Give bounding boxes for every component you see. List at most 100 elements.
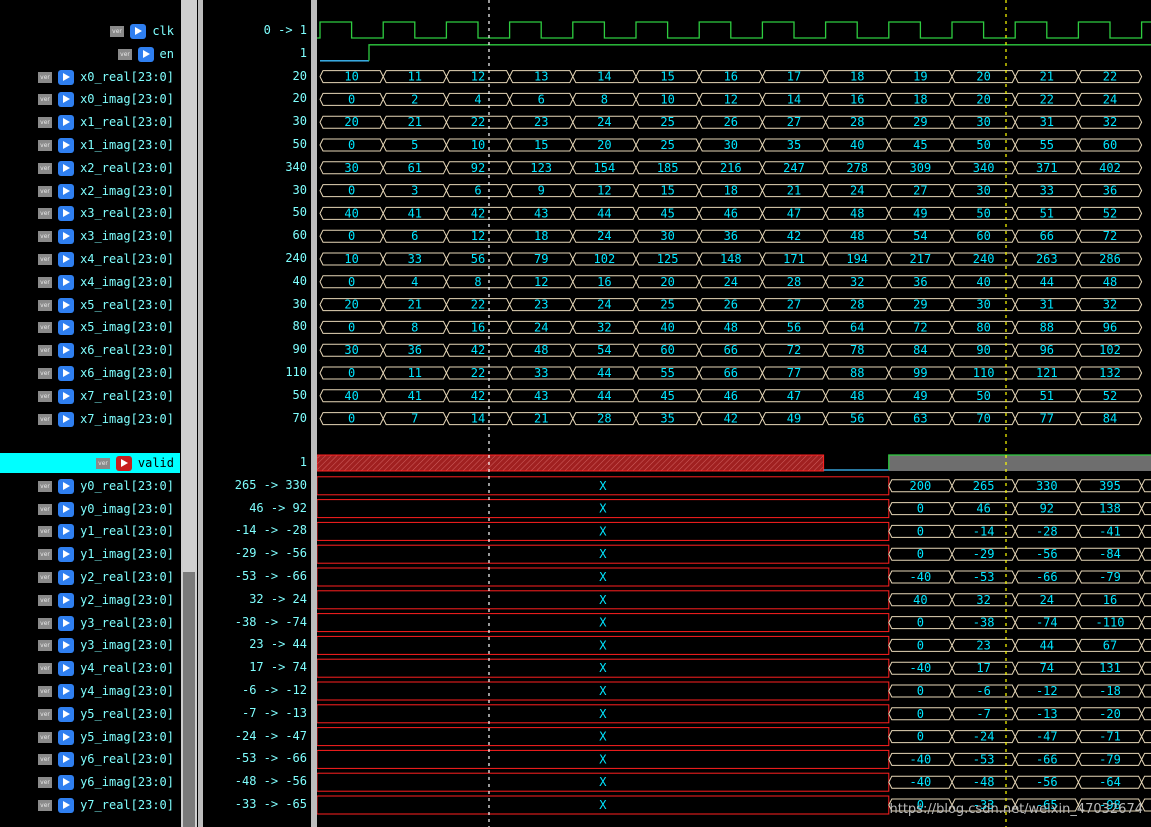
signal-row[interactable]: x6_real[23:0] ver — [0, 340, 180, 360]
signal-value: 1 — [299, 45, 307, 60]
output-port-icon — [58, 638, 74, 654]
bus-value: 3 — [411, 184, 418, 198]
bus-value: 30 — [976, 184, 990, 198]
bus-value: -53 — [973, 752, 995, 766]
signal-row[interactable]: x0_imag[23:0] ver — [0, 89, 180, 109]
signal-row[interactable]: y0_imag[23:0] ver — [0, 499, 180, 519]
signal-row[interactable]: y6_imag[23:0] ver — [0, 772, 180, 792]
signal-row[interactable]: y7_real[23:0] ver — [0, 795, 180, 815]
signal-row[interactable]: y5_real[23:0] ver — [0, 704, 180, 724]
signal-value: 265 -> 330 — [234, 477, 307, 492]
signal-row[interactable]: x6_imag[23:0] ver — [0, 363, 180, 383]
unknown-state-text: X — [599, 707, 607, 721]
verilog-badge-icon: ver — [38, 708, 52, 720]
signal-row[interactable]: y3_real[23:0] ver — [0, 613, 180, 633]
signal-row[interactable]: x1_real[23:0] ver — [0, 112, 180, 132]
output-port-icon — [58, 684, 74, 699]
signal-row[interactable]: y6_real[23:0] ver — [0, 749, 180, 769]
signal-row[interactable]: y4_real[23:0] ver — [0, 658, 180, 678]
bus-value: 131 — [1099, 661, 1121, 675]
bus-value: 330 — [1036, 479, 1058, 493]
bus-value: 0 — [917, 638, 924, 652]
signal-row[interactable]: y1_imag[23:0] ver — [0, 544, 180, 564]
signal-row[interactable]: x2_real[23:0] ver — [0, 158, 180, 178]
bus-value: 20 — [976, 70, 990, 84]
bus-value: 12 — [597, 184, 611, 198]
bus-value: 30 — [976, 115, 990, 129]
signal-row[interactable]: x4_real[23:0] ver — [0, 249, 180, 269]
signal-row[interactable]: en ver — [0, 44, 180, 64]
signal-value: 20 — [292, 68, 307, 83]
signal-row[interactable]: x7_real[23:0] ver — [0, 386, 180, 406]
bus-value: 25 — [660, 115, 674, 129]
bus-value: 17 — [976, 661, 990, 675]
signal-row[interactable]: x4_imag[23:0] ver — [0, 272, 180, 292]
bus-value: 46 — [724, 389, 738, 403]
bus-value: 35 — [660, 412, 674, 426]
bus-value: -38 — [973, 616, 995, 630]
signal-name-label: x7_imag[23:0] — [80, 411, 174, 426]
bus-value: -7 — [976, 707, 990, 721]
signal-name-label: x4_real[23:0] — [80, 252, 174, 266]
signal-row[interactable]: x5_real[23:0] ver — [0, 295, 180, 315]
name-pane-scrollbar[interactable] — [181, 0, 197, 827]
bus-value: 0 — [917, 616, 924, 630]
bus-value: 22 — [1040, 92, 1054, 106]
verilog-badge-icon: ver — [38, 777, 52, 789]
bus-value: -56 — [1036, 775, 1058, 789]
bus-segment — [1141, 502, 1151, 516]
waveform-canvas[interactable]: 10 11 12 13 14 15 16 17 18 19 20 21 220 2 4 6 8 10 12 14 16 1… — [317, 0, 1151, 827]
bus-value: 0 — [348, 320, 355, 334]
bus-segment — [1141, 547, 1151, 561]
signal-row[interactable]: y2_real[23:0] ver — [0, 567, 180, 587]
bus-value: 309 — [910, 161, 932, 175]
bus-value: 36 — [1103, 184, 1117, 198]
signal-value: 60 — [292, 228, 307, 243]
waveform-pane[interactable]: 10 11 12 13 14 15 16 17 18 19 20 21 22 0 2 4 6 8 10 12 14 16 1… — [317, 0, 1151, 827]
bus-value: 48 — [850, 229, 864, 243]
bus-value: 26 — [724, 298, 738, 312]
signal-row[interactable]: y2_imag[23:0] ver — [0, 590, 180, 610]
signal-value: 30 — [292, 182, 307, 197]
verilog-badge-icon: ver — [38, 686, 52, 697]
scrollbar-thumb[interactable] — [183, 572, 195, 827]
signal-row[interactable]: clk ver — [0, 21, 180, 41]
signal-row[interactable]: x0_real[23:0] ver — [0, 67, 180, 87]
signal-name-label: y0_imag[23:0] — [80, 501, 174, 516]
signal-row[interactable]: y0_real[23:0] ver — [0, 476, 180, 496]
verilog-badge-icon: ver — [118, 48, 132, 60]
bus-value: 0 — [348, 275, 355, 289]
signal-row[interactable]: x5_imag[23:0] ver — [0, 317, 180, 337]
signal-value: -29 -> -56 — [234, 546, 307, 561]
signal-value: 240 — [285, 251, 307, 265]
bus-value: 4 — [474, 92, 481, 106]
signal-row[interactable]: x1_imag[23:0] ver — [0, 135, 180, 155]
bus-value: -48 — [973, 775, 995, 789]
bus-value: 194 — [846, 252, 868, 266]
signal-row[interactable]: y4_imag[23:0] ver — [0, 681, 180, 701]
output-port-icon — [58, 706, 74, 722]
bus-value: 24 — [1040, 593, 1054, 607]
output-port-icon — [58, 524, 74, 540]
signal-row[interactable]: x3_real[23:0] ver — [0, 203, 180, 223]
signal-row[interactable]: x3_imag[23:0] ver — [0, 226, 180, 246]
bus-value: 48 — [1103, 275, 1117, 289]
bus-value: 79 — [534, 252, 548, 266]
signal-name-label: en — [159, 46, 174, 61]
signal-row[interactable]: y1_real[23:0] ver — [0, 521, 180, 541]
bus-value: 40 — [850, 138, 864, 152]
signal-row[interactable]: y3_imag[23:0] ver — [0, 635, 180, 655]
signal-row[interactable]: x2_imag[23:0] ver — [0, 181, 180, 201]
signal-row[interactable]: x7_imag[23:0] ver — [0, 409, 180, 429]
input-port-icon — [58, 297, 74, 313]
bus-value: 30 — [976, 298, 990, 312]
bus-value: 84 — [913, 343, 927, 357]
bus-value: 45 — [660, 389, 674, 403]
signal-row[interactable]: valid ver — [0, 453, 180, 473]
bus-value: 12 — [534, 275, 548, 289]
verilog-badge-icon: ver — [38, 231, 52, 243]
bus-value: 32 — [597, 320, 611, 334]
bus-value: 55 — [660, 366, 674, 380]
bus-value: 22 — [1103, 70, 1117, 84]
signal-row[interactable]: y5_imag[23:0] ver — [0, 727, 180, 747]
